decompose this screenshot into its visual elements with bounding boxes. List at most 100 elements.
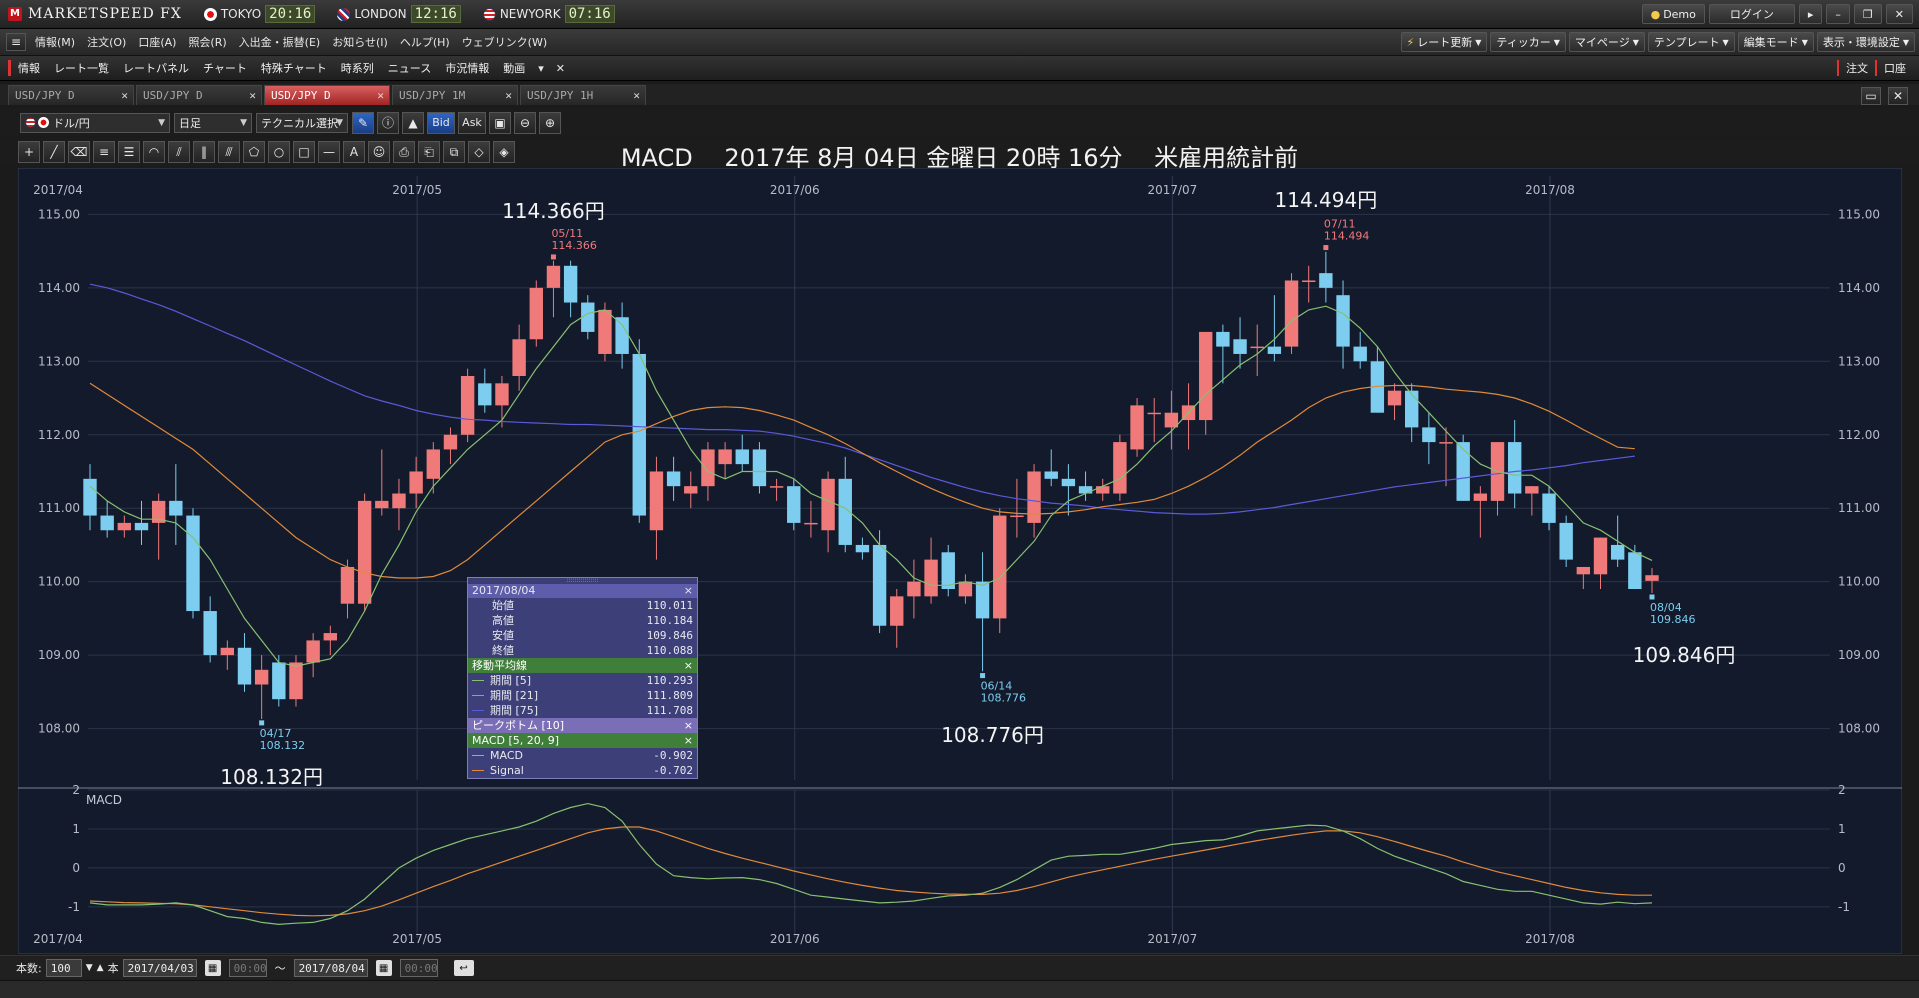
price-tick-left: 109.00 [38,648,80,662]
chevron-down-icon: ▼ [1801,37,1808,47]
bid-button[interactable]: Bid [427,111,455,134]
close-icon[interactable]: × [684,718,693,733]
ribbon-item[interactable]: 時系列 [334,60,381,76]
candle-body [1216,331,1230,347]
zoom-in-icon[interactable]: ⊕ [539,111,561,134]
ribbon-right-item[interactable]: 口座 [1875,60,1913,76]
menu-right-button[interactable]: 表示・環境設定 ▼ [1816,32,1915,52]
peak-bottom-value: 108.132 [260,739,306,752]
to-date-input[interactable]: 2017/08/04 [293,959,368,977]
period-select[interactable]: 日足 ▼ [174,112,252,133]
ribbon-item[interactable]: ニュース [381,60,438,76]
candle-body [975,581,990,619]
technical-value: テクニカル選択 [261,116,338,130]
currency-select[interactable]: ドル/円 ▼ [20,112,170,133]
ribbon-item[interactable]: 動画 [496,60,532,76]
chart-tab[interactable]: USD/JPY D ✕ [264,85,390,105]
chevron-down-icon: ▼ [1553,37,1560,47]
minimize-icon[interactable]: – [1826,4,1850,24]
jp-flag-icon [203,7,217,21]
calendar-icon[interactable]: ▦ [204,960,221,976]
candle-body [117,522,132,531]
to-time-input[interactable]: 00:00 [399,959,438,977]
demo-button[interactable]: ● Demo [1641,4,1705,24]
data-window-row: Signal -0.702 [468,763,697,778]
close-icon[interactable]: × [684,658,693,673]
menu-item[interactable]: 口座(A) [132,34,182,50]
macd-tick-right: 2 [1838,783,1846,797]
menu-item[interactable]: ウェブリンク(W) [456,34,553,50]
ribbon-item[interactable]: 特殊チャート [254,60,334,76]
ribbon-item[interactable]: 情報 [11,60,47,76]
close-icon[interactable]: ✕ [377,86,384,105]
candle-body [306,640,320,663]
ribbon-right-item[interactable]: 注文 [1837,60,1875,76]
chart-tab[interactable]: USD/JPY D ✕ [8,85,134,105]
calendar-icon[interactable]: ▦ [375,960,392,976]
close-icon[interactable]: ✕ [249,86,256,105]
menu-item[interactable]: ヘルプ(H) [394,34,456,50]
ribbon-close-icon[interactable]: ✕ [550,62,571,75]
ask-button[interactable]: Ask [458,111,486,134]
reset-range-icon[interactable]: ↩ [453,960,474,976]
close-chart-icon[interactable]: ✕ [1888,87,1908,105]
close-icon[interactable]: ✕ [121,86,128,105]
from-date-input[interactable]: 2017/04/03 [122,959,197,977]
quick-launch-bar: 情報 レート一覧 レートパネル チャート 特殊チャート 時系列 ニュース 市況情報 動画 ▾ ✕… [0,56,1919,81]
clock-tokyo: TOKYO 20:16 [203,5,316,23]
ribbon-item[interactable]: レート一覧 [47,60,116,76]
tab-label: USD/JPY D [271,89,331,102]
row-label: MACD [490,749,523,762]
close-icon[interactable]: ✕ [1885,4,1913,24]
info-icon[interactable]: ⓘ [377,111,399,134]
count-input[interactable]: 100 [45,959,82,977]
technical-select[interactable]: テクニカル選択 ▼ [256,112,348,133]
chart-tab[interactable]: USD/JPY 1M ✕ [392,85,518,105]
from-time-input[interactable]: 00:00 [228,959,267,977]
close-icon[interactable]: × [684,733,693,748]
menu-item[interactable]: 注文(O) [81,34,132,50]
macd-tick-left: 2 [72,783,80,797]
macd-pane-label: MACD [86,793,122,807]
menu-item[interactable]: 情報(M) [29,34,81,50]
peak-section-header: ピークボトム [10] × [468,718,697,733]
macd-title: MACD [5, 20, 9] [472,734,560,747]
chart-tab[interactable]: USD/JPY 1H ✕ [520,85,646,105]
candle-body [924,559,938,597]
restore-icon[interactable]: ❐ [1853,4,1882,24]
price-chart[interactable]: 115.00 115.00 114.00 114.00 113.00 113.00 112.… [18,168,1902,954]
zoom-out-icon[interactable]: ⊖ [514,111,536,134]
ribbon-item[interactable]: レートパネル [116,60,196,76]
data-window[interactable]: :::::::::::::::: 2017/08/04 × 始値 110.011 高… [467,577,698,779]
ribbon-item[interactable]: 市況情報 [438,60,496,76]
count-up-icon[interactable]: ▲ [97,963,104,973]
menu-right-button[interactable]: ティッカー ▼ [1490,32,1566,52]
ribbon-more-button[interactable]: ▾ [532,62,550,75]
close-icon[interactable]: × [684,584,693,598]
menu-right-button[interactable]: テンプレート ▼ [1647,32,1735,52]
candle-body [1336,295,1350,347]
menu-item[interactable]: 入出金・振替(E) [233,34,327,50]
login-button[interactable]: ログイン [1708,4,1795,24]
menu-right-button[interactable]: 編集モード ▼ [1737,32,1814,52]
macd-section: MACD -0.902 Signal -0.702 [468,748,697,778]
close-icon[interactable]: ✕ [633,86,640,105]
peak-bottom-marker [259,720,265,726]
candle-body [1576,566,1591,575]
login-arrow-button[interactable]: ▸ [1798,4,1823,24]
menu-item[interactable]: 照会(R) [182,34,232,50]
price-tick-right: 114.00 [1838,281,1880,295]
maximize-chart-icon[interactable]: ▭ [1861,87,1881,105]
close-icon[interactable]: ✕ [505,86,512,105]
menu-right-button[interactable]: マイページ ▼ [1568,32,1645,52]
area-chart-icon[interactable]: ▲ [402,111,424,134]
menu-right-button[interactable]: ⚡ レート更新 ▼ [1400,32,1488,52]
chart-tab[interactable]: USD/JPY D ✕ [136,85,262,105]
count-down-icon[interactable]: ▼ [86,963,93,973]
menu-item[interactable]: お知らせ(I) [326,34,394,50]
pencil-icon[interactable]: ✎ [352,111,374,134]
hamburger-icon[interactable]: ≡ [6,33,26,51]
price-tick-left: 113.00 [38,354,80,368]
screenshot-icon[interactable]: ▣ [489,111,511,134]
ribbon-item[interactable]: チャート [196,60,254,76]
